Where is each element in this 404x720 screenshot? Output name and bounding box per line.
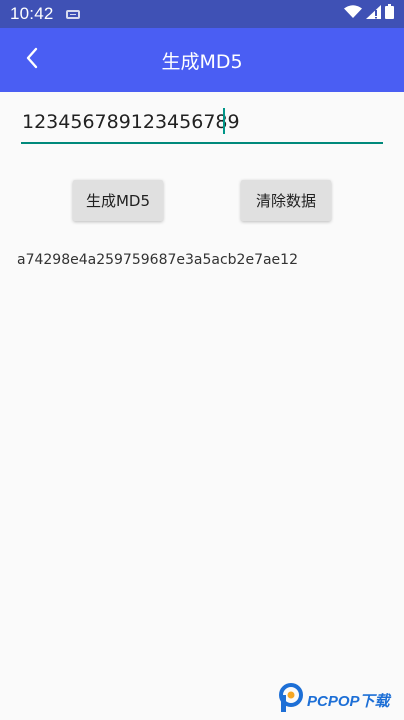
page-title: 生成MD5 <box>161 50 243 73</box>
number-input[interactable] <box>21 102 383 142</box>
input-underline <box>21 142 383 144</box>
status-time: 10:42 <box>10 4 54 23</box>
notification-icon <box>65 9 80 19</box>
watermark-text: PCPOP下载 <box>307 692 390 710</box>
status-icons <box>344 4 394 24</box>
app-bar: 生成MD5 <box>0 28 404 92</box>
md5-result: a74298e4a259759687e3a5acb2e7ae12 <box>17 252 298 268</box>
battery-icon <box>385 4 394 24</box>
cell-signal-icon <box>366 4 381 24</box>
generate-md5-button[interactable]: 生成MD5 <box>73 180 163 221</box>
pcpop-logo-icon <box>279 683 303 717</box>
wifi-icon <box>344 4 362 24</box>
watermark-logo: PCPOP下载 <box>279 683 390 717</box>
text-caret <box>223 108 225 134</box>
input-container <box>21 102 383 144</box>
clear-data-button[interactable]: 清除数据 <box>241 180 331 221</box>
status-bar: 10:42 <box>0 0 404 28</box>
